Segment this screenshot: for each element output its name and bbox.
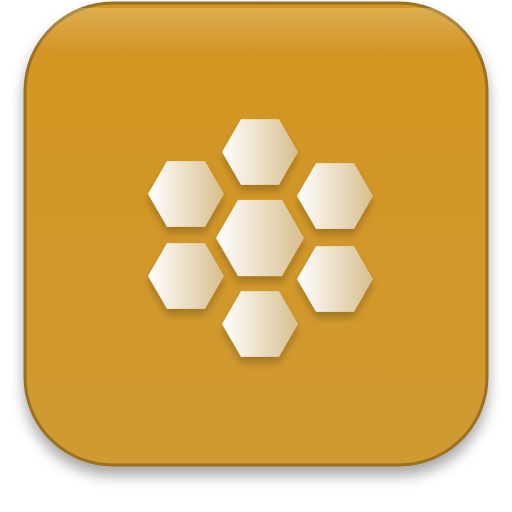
app-icon[interactable] [0, 0, 512, 512]
app-icon-graphic [23, 1, 489, 467]
tile-gloss [32, 8, 480, 54]
